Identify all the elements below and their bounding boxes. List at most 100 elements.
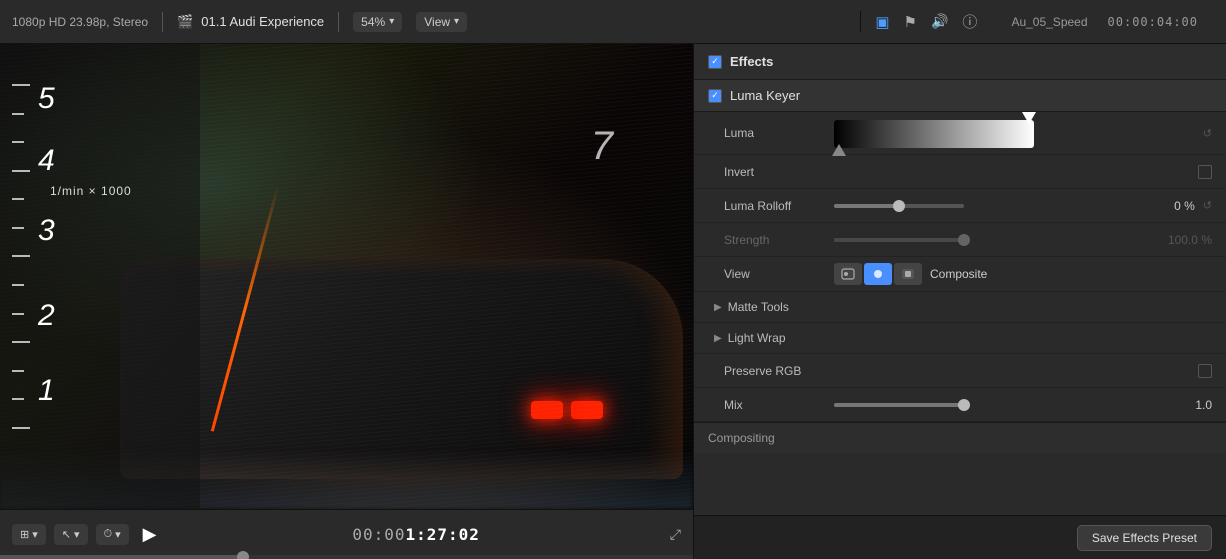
tick-3 — [12, 141, 24, 143]
speed-icon: ⏱ — [104, 528, 113, 541]
gauge-label: 1/min × 1000 — [50, 184, 132, 198]
luma-handle-white[interactable] — [1022, 112, 1036, 124]
luma-reset-icon[interactable]: ↺ — [1203, 127, 1212, 140]
view-icon-composite[interactable] — [894, 263, 922, 285]
invert-checkbox[interactable] — [1198, 165, 1212, 179]
video-clip-icon[interactable]: ▣ — [875, 13, 889, 31]
mix-thumb[interactable] — [958, 399, 970, 411]
strength-label: Strength — [724, 233, 834, 247]
right-panel: ✓ Effects ✓ Luma Keyer Luma — [693, 44, 1226, 559]
tick-9 — [12, 313, 24, 315]
clip-title: 01.1 Audi Experience — [201, 14, 324, 29]
luma-keyer-header-row: ✓ Luma Keyer — [694, 80, 1226, 112]
mix-row: Mix 1.0 — [694, 388, 1226, 422]
view-label-param: View — [724, 267, 834, 281]
save-preset-button[interactable]: Save Effects Preset — [1077, 525, 1212, 551]
bottom-controls: ⊞ ▾ ↖ ▾ ⏱ ▾ ▶ 00:001:27:02 ⤢ — [0, 509, 693, 559]
progress-bar[interactable] — [0, 555, 693, 559]
top-bar: 1080p HD 23.98p, Stereo 🎬 01.1 Audi Expe… — [0, 0, 1226, 44]
view-button[interactable]: View ▾ — [416, 12, 467, 32]
tick-8 — [12, 284, 24, 286]
speed-button[interactable]: ⏱ ▾ — [96, 524, 129, 545]
panel-icons: ▣ ⚑ 🔊 ⓘ — [860, 11, 991, 32]
mix-value: 1.0 — [1182, 398, 1212, 412]
video-background: 5 4 3 2 1 1/min × 1000 — [0, 44, 693, 509]
luma-rolloff-reset-icon[interactable]: ↺ — [1203, 199, 1212, 212]
effects-checkbox[interactable]: ✓ — [708, 55, 722, 69]
preserve-rgb-checkbox[interactable] — [1198, 364, 1212, 378]
luma-rolloff-label: Luma Rolloff — [724, 199, 834, 213]
audio-icon[interactable]: 🔊 — [931, 13, 948, 30]
luma-rolloff-track[interactable] — [834, 204, 964, 208]
effects-header-row: ✓ Effects — [694, 44, 1226, 80]
timecode-right: 00:00:04:00 — [1108, 15, 1214, 29]
tick-4 — [12, 170, 30, 172]
matte-tools-row[interactable]: ▶ Matte Tools — [694, 292, 1226, 323]
view-icons — [834, 263, 922, 285]
fullscreen-button[interactable]: ⤢ — [670, 526, 681, 543]
light-wrap-row[interactable]: ▶ Light Wrap — [694, 323, 1226, 354]
divider-2 — [338, 12, 339, 32]
cursor-icon: ↖ — [62, 528, 71, 541]
play-button[interactable]: ▶ — [137, 524, 163, 545]
invert-param-row: Invert — [694, 155, 1226, 189]
luma-rolloff-slider[interactable] — [834, 204, 1145, 208]
mix-slider[interactable] — [834, 403, 1182, 407]
compositing-label: Compositing — [708, 431, 775, 445]
tick-7 — [12, 255, 30, 257]
luma-rolloff-value: 0 % — [1145, 199, 1195, 213]
tick-11 — [12, 370, 24, 372]
timecode-container: 00:001:27:02 — [170, 525, 661, 545]
luma-keyer-checkbox[interactable]: ✓ — [708, 89, 722, 103]
mix-track[interactable] — [834, 403, 964, 407]
clip-name-right: Au_05_Speed — [991, 15, 1107, 29]
resolution-label: 1080p HD 23.98p, Stereo — [12, 15, 148, 29]
main-content: 5 4 3 2 1 1/min × 1000 — [0, 44, 1226, 559]
invert-label: Invert — [724, 165, 834, 179]
strength-param-row: Strength 100.0 % — [694, 223, 1226, 257]
luma-control[interactable] — [834, 118, 1195, 148]
progress-thumb[interactable] — [237, 551, 249, 559]
effects-section: ✓ Effects ✓ Luma Keyer Luma — [694, 44, 1226, 515]
info-icon[interactable]: ⓘ — [962, 11, 977, 32]
gauge-num-2: 2 — [38, 299, 55, 333]
timecode-bold: 1:27:02 — [406, 525, 480, 544]
flag-icon[interactable]: ⚑ — [904, 13, 917, 31]
luma-label: Luma — [724, 126, 834, 140]
divider-1 — [162, 12, 163, 32]
luma-rolloff-thumb[interactable] — [893, 200, 905, 212]
tick-2 — [12, 113, 24, 115]
layout-icon: ⊞ — [20, 528, 29, 541]
mix-fill — [834, 403, 964, 407]
tick-12 — [12, 398, 24, 400]
gauge-overlay: 5 4 3 2 1 1/min × 1000 — [0, 44, 200, 509]
strength-fill — [834, 238, 964, 242]
video-area: 5 4 3 2 1 1/min × 1000 — [0, 44, 693, 559]
strength-thumb — [958, 234, 970, 246]
matte-tools-arrow-icon: ▶ — [714, 302, 722, 313]
zoom-chevron-icon: ▾ — [389, 16, 394, 27]
layout-chevron-icon: ▾ — [32, 528, 38, 541]
video-preview: 5 4 3 2 1 1/min × 1000 — [0, 44, 693, 509]
preserve-rgb-label: Preserve RGB — [724, 364, 834, 378]
gauge-num-5: 5 — [38, 82, 55, 116]
light-wrap-arrow-icon: ▶ — [714, 333, 722, 344]
strength-slider — [834, 238, 1152, 242]
view-icon-mask[interactable] — [834, 263, 862, 285]
luma-gradient-bar[interactable] — [834, 120, 1034, 148]
zoom-value: 54% — [361, 15, 385, 29]
preserve-rgb-row: Preserve RGB — [694, 354, 1226, 388]
luma-keyer-check-icon: ✓ — [711, 90, 719, 101]
progress-fill — [0, 555, 243, 559]
luma-handle-black[interactable] — [832, 144, 846, 156]
view-icon-matte[interactable] — [864, 263, 892, 285]
film-icon: 🎬 — [177, 14, 193, 30]
composite-label: Composite — [930, 267, 987, 281]
gauge-num-1: 1 — [38, 374, 55, 408]
effects-title: Effects — [730, 54, 773, 69]
tick-13 — [12, 427, 30, 429]
compositing-row: Compositing — [694, 422, 1226, 453]
layout-button[interactable]: ⊞ ▾ — [12, 524, 46, 545]
cursor-button[interactable]: ↖ ▾ — [54, 524, 88, 545]
zoom-control[interactable]: 54% ▾ — [353, 12, 402, 32]
